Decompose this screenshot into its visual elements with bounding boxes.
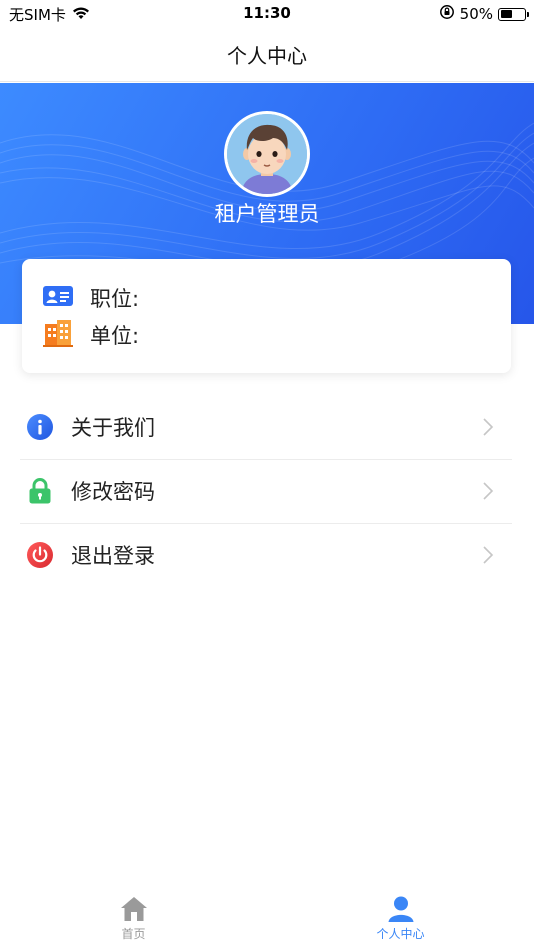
battery-fill <box>500 10 512 18</box>
home-icon <box>120 897 147 921</box>
battery-percent: 50% <box>459 5 493 23</box>
tab-bar: 首页 个人中心 <box>0 883 534 950</box>
power-icon <box>26 541 54 569</box>
menu-about-us-label: 关于我们 <box>71 416 155 440</box>
chevron-right-icon <box>483 482 494 500</box>
menu-logout-label: 退出登录 <box>71 544 155 568</box>
avatar[interactable] <box>224 111 310 197</box>
user-name: 租户管理员 <box>214 202 320 226</box>
unit-row: 单位: <box>42 319 139 351</box>
position-label: 职位: <box>90 287 140 311</box>
info-card: 职位: 单位: <box>22 259 511 373</box>
battery-icon <box>498 7 529 21</box>
building-icon <box>42 319 74 351</box>
avatar-illustration <box>227 114 307 194</box>
nav-bar: 个人中心 <box>0 28 534 82</box>
chevron-right-icon <box>483 418 494 436</box>
tab-personal-center[interactable]: 个人中心 <box>267 883 534 950</box>
menu-logout[interactable]: 退出登录 <box>20 523 512 587</box>
tab-home[interactable]: 首页 <box>0 883 267 950</box>
tab-personal-center-label: 个人中心 <box>376 927 425 941</box>
status-right: 50% <box>439 4 529 24</box>
page-title: 个人中心 <box>227 44 307 68</box>
person-icon <box>388 896 413 922</box>
info-icon <box>26 413 54 441</box>
lock-icon <box>26 477 54 505</box>
id-card-icon <box>42 284 74 312</box>
chevron-right-icon <box>483 546 494 564</box>
menu-about-us[interactable]: 关于我们 <box>20 395 512 459</box>
tab-home-label: 首页 <box>121 927 146 941</box>
position-row: 职位: <box>42 283 139 313</box>
orientation-lock-icon <box>439 4 455 24</box>
status-bar: 无SIM卡 11:30 50% <box>0 0 534 28</box>
menu-change-password[interactable]: 修改密码 <box>20 459 512 523</box>
unit-label: 单位: <box>90 324 140 348</box>
menu-change-password-label: 修改密码 <box>71 480 155 504</box>
